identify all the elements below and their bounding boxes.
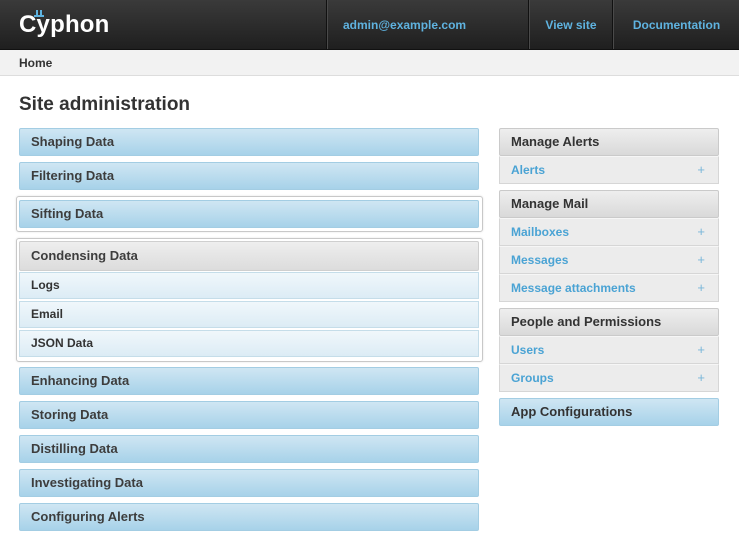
module-enhancing-data[interactable]: Enhancing Data [19,367,479,395]
model-users-label[interactable]: Users [511,343,544,357]
model-json-data[interactable]: JSON Data [19,330,479,357]
module-sifting-data[interactable]: Sifting Data [19,200,479,228]
model-mailboxes[interactable]: Mailboxes + [499,218,719,246]
module-manage-mail[interactable]: Manage Mail [499,190,719,218]
top-header: Cyphon admin@example.com View site Docum… [0,0,739,50]
add-user-icon[interactable]: + [697,337,705,363]
model-messages[interactable]: Messages + [499,246,719,274]
module-investigating-data[interactable]: Investigating Data [19,469,479,497]
model-messages-label[interactable]: Messages [511,253,568,267]
model-message-attachments[interactable]: Message attachments + [499,274,719,302]
model-alerts-label[interactable]: Alerts [511,163,545,177]
module-storing-data[interactable]: Storing Data [19,401,479,429]
model-users[interactable]: Users + [499,336,719,364]
module-filtering-data[interactable]: Filtering Data [19,162,479,190]
view-site-link[interactable]: View site [528,0,613,49]
page-title: Site administration [19,94,191,115]
module-manage-alerts[interactable]: Manage Alerts [499,128,719,156]
model-logs[interactable]: Logs [19,272,479,299]
module-distilling-data[interactable]: Distilling Data [19,435,479,463]
model-groups-label[interactable]: Groups [511,371,554,385]
add-mailbox-icon[interactable]: + [697,219,705,245]
cyphon-logo[interactable]: Cyphon [19,8,110,42]
module-condensing-data[interactable]: Condensing Data [19,241,479,271]
add-message-attachment-icon[interactable]: + [697,275,705,301]
model-email[interactable]: Email [19,301,479,328]
add-message-icon[interactable]: + [697,247,705,273]
breadcrumb: Home [0,50,739,76]
add-group-icon[interactable]: + [697,365,705,391]
add-alert-icon[interactable]: + [697,157,705,183]
module-configuring-alerts[interactable]: Configuring Alerts [19,503,479,531]
model-mailboxes-label[interactable]: Mailboxes [511,225,569,239]
model-message-attachments-label[interactable]: Message attachments [511,281,636,295]
module-app-configurations[interactable]: App Configurations [499,398,719,426]
breadcrumb-home[interactable]: Home [19,56,52,70]
logo-mark-icon [34,10,44,17]
model-alerts[interactable]: Alerts + [499,156,719,184]
module-shaping-data[interactable]: Shaping Data [19,128,479,156]
model-groups[interactable]: Groups + [499,364,719,392]
module-people-permissions[interactable]: People and Permissions [499,308,719,336]
documentation-link[interactable]: Documentation [612,0,739,49]
user-email-link[interactable]: admin@example.com [326,0,527,49]
